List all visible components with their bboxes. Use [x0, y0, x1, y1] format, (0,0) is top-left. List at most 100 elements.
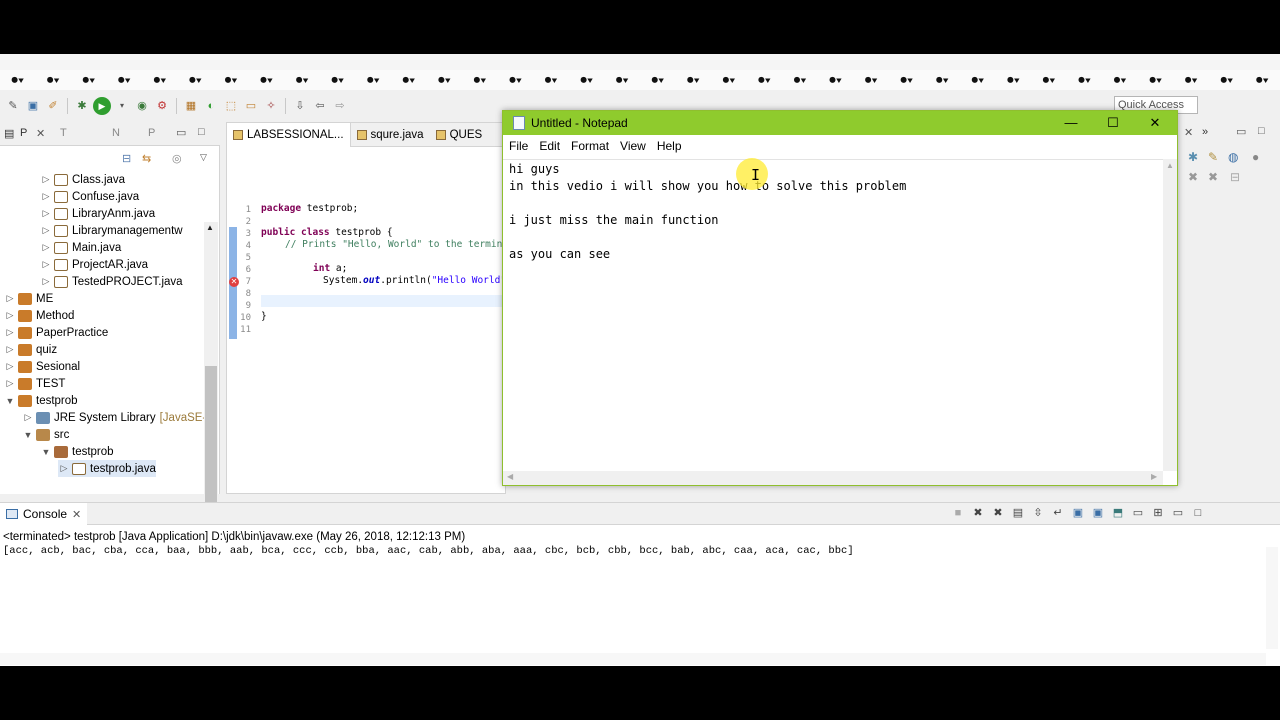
perspective-button-icon[interactable]: ⏺▾	[249, 70, 285, 90]
tree-scroll-thumb[interactable]	[205, 366, 217, 516]
perspective-button-icon[interactable]: ⏺▾	[676, 70, 712, 90]
perspective-button-icon[interactable]: ⏺▾	[818, 70, 854, 90]
perspective-button-icon[interactable]: ⏺▾	[0, 70, 36, 90]
perspective-button-icon[interactable]: ⏺▾	[996, 70, 1032, 90]
console-vertical-scrollbar[interactable]	[1266, 547, 1278, 649]
expanded-twisty-icon[interactable]: ▼	[22, 430, 34, 440]
maximize-icon[interactable]: □	[198, 126, 205, 138]
back-icon[interactable]: ⇦	[311, 97, 329, 115]
notepad-horizontal-scrollbar[interactable]: ◀ ▶	[503, 471, 1163, 485]
collapsed-twisty-icon[interactable]: ▷	[40, 208, 52, 219]
menu-edit[interactable]: Edit	[539, 139, 568, 153]
tree-item[interactable]: ▷ Class.java	[40, 171, 125, 188]
tab-project-explorer[interactable]: P	[148, 127, 155, 139]
maximize-icon[interactable]: □	[1258, 125, 1265, 137]
console-horizontal-scrollbar[interactable]	[0, 653, 1266, 665]
close-icon[interactable]: ✕	[36, 127, 45, 140]
collapsed-twisty-icon[interactable]: ▷	[40, 174, 52, 185]
collapsed-twisty-icon[interactable]: ▷	[4, 361, 16, 372]
tab-labsessional[interactable]: LABSESSIONAL...	[227, 122, 351, 147]
perspective-button-icon[interactable]: ⏺▾	[1209, 70, 1245, 90]
collapse-icon[interactable]: ⊟	[1230, 170, 1240, 184]
perspective-button-icon[interactable]: ⏺▾	[285, 70, 321, 90]
tree-item[interactable]: ▷ Sesional	[4, 358, 80, 375]
tree-item[interactable]: ▷ PaperPractice	[4, 324, 108, 341]
tree-item[interactable]: ▷ LibraryAnm.java	[40, 205, 155, 222]
code-line-6[interactable]: int a;	[313, 263, 347, 274]
remove-launch-icon[interactable]: ✖	[970, 505, 986, 521]
minimize-icon[interactable]: ▭	[176, 126, 186, 139]
focus-icon[interactable]: ●	[1252, 150, 1259, 164]
tree-item[interactable]: ▷ testprob.java	[58, 460, 156, 477]
remove-all-icon[interactable]: ✖	[1208, 170, 1218, 184]
package-explorer-icon[interactable]: ▤	[4, 127, 14, 140]
perspective-button-icon[interactable]: ⏺▾	[1245, 70, 1280, 90]
code-line-1[interactable]: package testprob;	[261, 203, 358, 214]
code-line-4[interactable]: // Prints "Hello, World" to the termina	[285, 239, 508, 250]
perspective-button-icon[interactable]: ⏺▾	[711, 70, 747, 90]
hide-fields-icon[interactable]: ✱	[1188, 150, 1198, 164]
tree-item[interactable]: ▷ Main.java	[40, 239, 121, 256]
code-line-7[interactable]: System.out.println("Hello World"	[323, 275, 506, 286]
perspective-button-icon[interactable]: ⏺▾	[36, 70, 72, 90]
tree-item[interactable]: ▼ testprob	[4, 392, 78, 409]
perspective-button-icon[interactable]: ⏺▾	[356, 70, 392, 90]
perspective-button-icon[interactable]: ⏺▾	[142, 70, 178, 90]
new-icon[interactable]: ✎	[4, 97, 22, 115]
tab-squre-java[interactable]: squre.java	[351, 129, 430, 141]
tree-item[interactable]: ▷ Method	[4, 307, 74, 324]
collapsed-twisty-icon[interactable]: ▷	[4, 293, 16, 304]
collapsed-twisty-icon[interactable]: ▷	[22, 412, 34, 423]
word-wrap-icon[interactable]: ↵	[1050, 505, 1066, 521]
open-console-icon[interactable]: ⊞	[1150, 505, 1166, 521]
tree-item[interactable]: ▼ testprob	[40, 443, 114, 460]
tab-type-hierarchy[interactable]: T	[60, 127, 67, 139]
perspective-button-icon[interactable]: ⏺▾	[605, 70, 641, 90]
scroll-up-icon[interactable]: ▲	[1166, 161, 1174, 170]
perspective-button-icon[interactable]: ⏺▾	[569, 70, 605, 90]
tab-console[interactable]: Console ✕	[0, 503, 88, 525]
scroll-left-icon[interactable]: ◀	[507, 472, 513, 481]
minimize-button[interactable]: —	[1049, 111, 1093, 135]
tree-item[interactable]: ▷ ProjectAR.java	[40, 256, 148, 273]
view-menu-icon[interactable]: ▽	[200, 152, 207, 163]
remove-all-terminated-icon[interactable]: ✖	[990, 505, 1006, 521]
perspective-button-icon[interactable]: ⏺▾	[462, 70, 498, 90]
scroll-up-icon[interactable]: ▲	[206, 223, 214, 232]
tab-package-explorer[interactable]: P	[20, 127, 27, 139]
code-line-3[interactable]: public class testprob {	[261, 227, 393, 238]
collapsed-twisty-icon[interactable]: ▷	[4, 327, 16, 338]
focus-icon[interactable]: ◎	[172, 152, 182, 165]
tree-item[interactable]: ▷ quiz	[4, 341, 57, 358]
tree-item[interactable]: ▷ TestedPROJECT.java	[40, 273, 183, 290]
perspective-button-icon[interactable]: ⏺▾	[782, 70, 818, 90]
next-annotation-icon[interactable]: ⇩	[291, 97, 309, 115]
tree-item[interactable]: ▷ JRE System Library [JavaSE-1.	[22, 409, 216, 426]
search-icon[interactable]: ✧	[262, 97, 280, 115]
minimize-icon[interactable]: ▭	[1170, 505, 1186, 521]
collapsed-twisty-icon[interactable]: ▷	[4, 344, 16, 355]
perspective-button-icon[interactable]: ⏺▾	[960, 70, 996, 90]
notepad-vertical-scrollbar[interactable]: ▲	[1163, 159, 1177, 471]
error-icon[interactable]: ✕	[229, 277, 239, 287]
pin-console-icon[interactable]: ⬒	[1110, 505, 1126, 521]
run-dropdown-icon[interactable]: ▾	[113, 97, 131, 115]
scroll-lock-icon[interactable]: ⇳	[1030, 505, 1046, 521]
notepad-text-area[interactable]: hi guys in this vedio i will show you ho…	[503, 159, 1163, 471]
debug-icon[interactable]: ✱	[73, 97, 91, 115]
perspective-button-icon[interactable]: ⏺▾	[178, 70, 214, 90]
perspective-button-icon[interactable]: ⏺▾	[71, 70, 107, 90]
display-console-icon[interactable]: ▭	[1130, 505, 1146, 521]
perspective-button-icon[interactable]: ⏺▾	[640, 70, 676, 90]
perspective-button-icon[interactable]: ⏺▾	[1174, 70, 1210, 90]
code-line-10[interactable]: }	[261, 311, 267, 322]
perspective-button-icon[interactable]: ⏺▾	[1067, 70, 1103, 90]
open-folder-icon[interactable]: ▭	[242, 97, 260, 115]
perspective-button-icon[interactable]: ⏺▾	[391, 70, 427, 90]
menu-view[interactable]: View	[620, 139, 654, 153]
tree-item[interactable]: ▷ Confuse.java	[40, 188, 139, 205]
console-output[interactable]: [acc, acb, bac, cba, cca, baa, bbb, aab,…	[3, 545, 854, 557]
collapse-all-icon[interactable]: ⊟	[122, 152, 131, 165]
properties-icon[interactable]: ✐	[44, 97, 62, 115]
open-type-icon[interactable]: ⬚	[222, 97, 240, 115]
